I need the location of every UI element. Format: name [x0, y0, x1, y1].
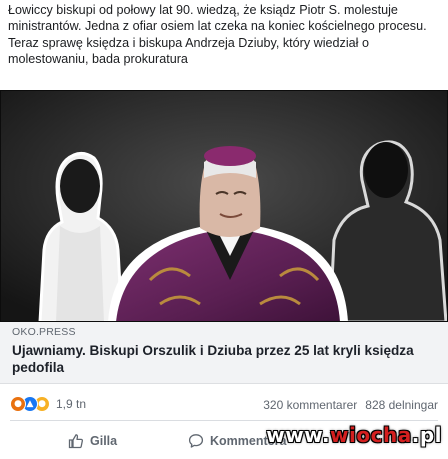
link-title[interactable]: Ujawniamy. Biskupi Orszulik i Dziuba prz… — [12, 342, 436, 376]
comment-icon — [188, 434, 204, 448]
reaction-count[interactable]: 1,9 tn — [56, 397, 86, 411]
engagement-counts: 320 kommentarer 828 delningar — [263, 398, 438, 412]
divider — [10, 420, 438, 421]
share-count[interactable]: 828 delningar — [365, 398, 438, 412]
like-button[interactable]: Gilla — [68, 430, 117, 452]
comment-count[interactable]: 320 kommentarer — [263, 398, 357, 412]
thumbs-up-icon — [68, 434, 83, 449]
watermark-logo: www.wiocha.pl — [266, 423, 442, 447]
angry-icon: ● — [10, 396, 26, 412]
post-text: Łowiccy biskupi od połowy lat 90. wiedzą… — [8, 3, 427, 67]
post-image[interactable] — [0, 90, 448, 322]
post-stats: ● ▲ ● 1,9 tn 320 kommentarer 828 delning… — [0, 392, 448, 418]
link-source: OKO.PRESS — [12, 326, 76, 338]
link-preview[interactable]: OKO.PRESS Ujawniamy. Biskupi Orszulik i … — [0, 322, 448, 384]
reactions-summary[interactable]: ● ▲ ● 1,9 tn — [10, 395, 86, 413]
like-label: Gilla — [90, 434, 118, 448]
article-photo — [0, 90, 448, 322]
